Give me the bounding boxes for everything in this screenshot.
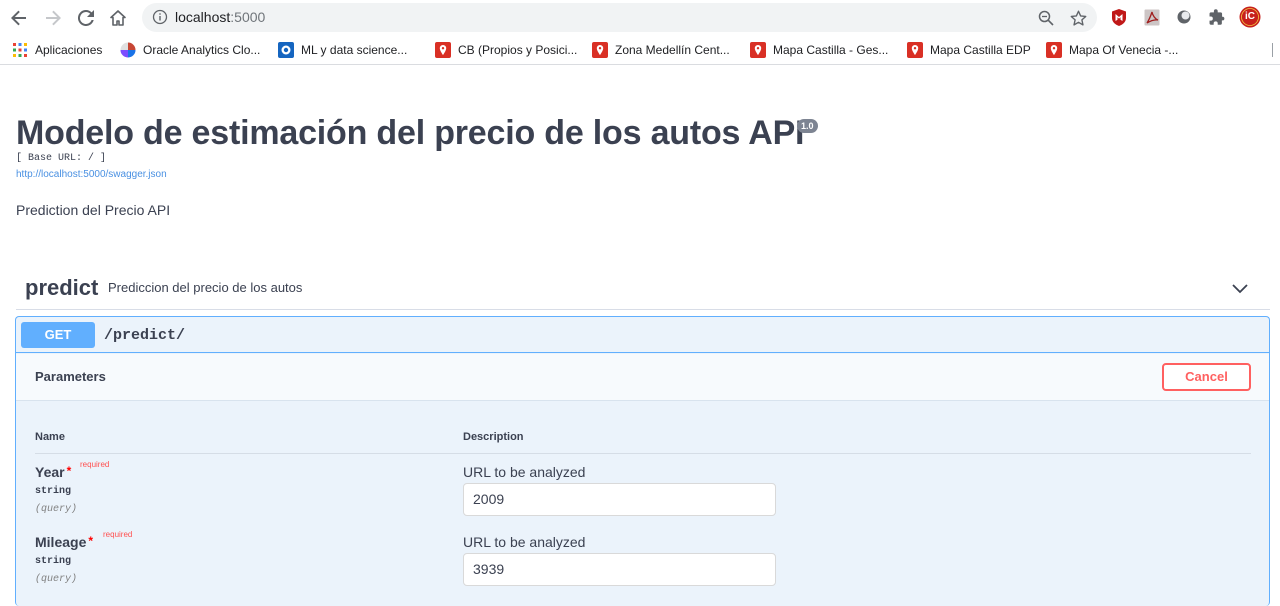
bookmark-venecia[interactable]: Mapa Of Venecia -... <box>1046 41 1178 59</box>
bookmark-oracle[interactable]: Oracle Analytics Clo... <box>120 41 260 59</box>
site-info-icon[interactable] <box>152 9 168 25</box>
bookmark-label: Zona Medellín Cent... <box>615 43 730 57</box>
reload-icon[interactable] <box>74 6 98 30</box>
operation-block: GET /predict/ Parameters Cancel Name Des… <box>15 316 1270 606</box>
back-arrow-icon[interactable] <box>7 6 31 30</box>
required-star: * <box>66 464 72 478</box>
parameter-name: Mileage * <box>35 534 93 550</box>
map-pin-icon <box>1046 42 1062 58</box>
parameter-location: (query) <box>35 574 78 585</box>
bookmark-apps[interactable]: Aplicaciones <box>12 41 102 59</box>
cancel-button[interactable]: Cancel <box>1162 363 1251 391</box>
circle-extension-icon[interactable] <box>1173 6 1195 28</box>
required-star: * <box>88 534 94 548</box>
parameter-description: URL to be analyzed <box>463 464 586 480</box>
required-label: required <box>80 460 110 469</box>
map-pin-icon <box>435 42 451 58</box>
parameter-name: Year * <box>35 464 71 480</box>
parameters-header: Parameters Cancel <box>16 354 1269 401</box>
bookmark-label: Aplicaciones <box>35 43 103 57</box>
extensions-puzzle-icon[interactable] <box>1206 6 1228 28</box>
tag-description: Prediccion del precio de los autos <box>108 280 303 295</box>
ml-icon <box>278 42 294 58</box>
column-description: Description <box>463 431 524 443</box>
mileage-input[interactable]: 3939 <box>463 553 776 586</box>
pdf-extension-icon[interactable] <box>1141 6 1163 28</box>
parameter-name-text: Mileage <box>35 534 87 550</box>
bookmark-star-icon[interactable] <box>1068 8 1088 28</box>
address-bar[interactable]: localhost:5000 <box>142 3 1097 32</box>
tag-name: predict <box>25 275 99 300</box>
bookmark-zona[interactable]: Zona Medellín Cent... <box>592 41 730 59</box>
api-title: Modelo de estimación del precio de los a… <box>16 114 805 152</box>
swagger-page: Modelo de estimación del precio de los a… <box>0 66 1280 606</box>
parameters-table-header: Name Description <box>35 429 1251 454</box>
tag-section-header[interactable]: predict Prediccion del precio de los aut… <box>16 266 1270 310</box>
swagger-json-link[interactable]: http://localhost:5000/swagger.json <box>16 169 167 180</box>
bookmarks-overflow[interactable] <box>1272 43 1276 57</box>
bookmark-castilla-ges[interactable]: Mapa Castilla - Ges... <box>750 41 888 59</box>
profile-avatar[interactable]: iC <box>1239 6 1261 28</box>
operation-summary[interactable]: GET /predict/ <box>16 317 1269 353</box>
map-pin-icon <box>907 42 923 58</box>
oracle-icon <box>120 42 136 58</box>
parameter-row-year: Year * required string (query) URL to be … <box>35 460 1251 534</box>
bookmarks-bar: Aplicaciones Oracle Analytics Clo... ML … <box>0 35 1280 65</box>
bookmark-ml[interactable]: ML y data science... <box>278 41 407 59</box>
parameter-name-text: Year <box>35 464 65 480</box>
method-badge: GET <box>21 322 95 348</box>
profile-initials: iC <box>1245 11 1255 22</box>
bookmark-castilla-edp[interactable]: Mapa Castilla EDP <box>907 41 1031 59</box>
url-port: :5000 <box>230 9 266 25</box>
home-icon[interactable] <box>106 6 130 30</box>
parameter-type: string <box>35 486 72 497</box>
parameters-title: Parameters <box>35 369 106 384</box>
year-input[interactable]: 2009 <box>463 483 776 516</box>
column-name: Name <box>35 431 65 443</box>
bookmark-label: Oracle Analytics Clo... <box>143 43 261 57</box>
bookmark-label: Mapa Castilla EDP <box>930 43 1031 57</box>
bookmark-label: Mapa Of Venecia -... <box>1069 43 1179 57</box>
forward-arrow-icon[interactable] <box>41 6 65 30</box>
bookmark-label: Mapa Castilla - Ges... <box>773 43 889 57</box>
parameter-type: string <box>35 556 72 567</box>
browser-toolbar: localhost:5000 iC <box>0 0 1280 35</box>
bookmark-label: ML y data science... <box>301 43 408 57</box>
bookmark-cb[interactable]: CB (Propios y Posici... <box>435 41 577 59</box>
base-url: [ Base URL: / ] <box>16 153 107 164</box>
api-description: Prediction del Precio API <box>16 202 171 218</box>
chevron-down-icon[interactable] <box>1230 278 1250 298</box>
parameter-location: (query) <box>35 504 78 515</box>
url-text: localhost:5000 <box>175 9 265 25</box>
map-pin-icon <box>592 42 608 58</box>
url-host: localhost <box>175 9 231 25</box>
version-badge: 1.0 <box>797 119 818 133</box>
apps-grid-icon <box>12 42 28 58</box>
parameter-description: URL to be analyzed <box>463 534 586 550</box>
bookmark-label: CB (Propios y Posici... <box>458 43 578 57</box>
operation-path: /predict/ <box>104 327 186 344</box>
mcafee-extension-icon[interactable] <box>1108 6 1130 28</box>
map-pin-icon <box>750 42 766 58</box>
required-label: required <box>103 530 133 539</box>
parameter-row-mileage: Mileage * required string (query) URL to … <box>35 530 1251 604</box>
zoom-icon[interactable] <box>1036 8 1056 28</box>
